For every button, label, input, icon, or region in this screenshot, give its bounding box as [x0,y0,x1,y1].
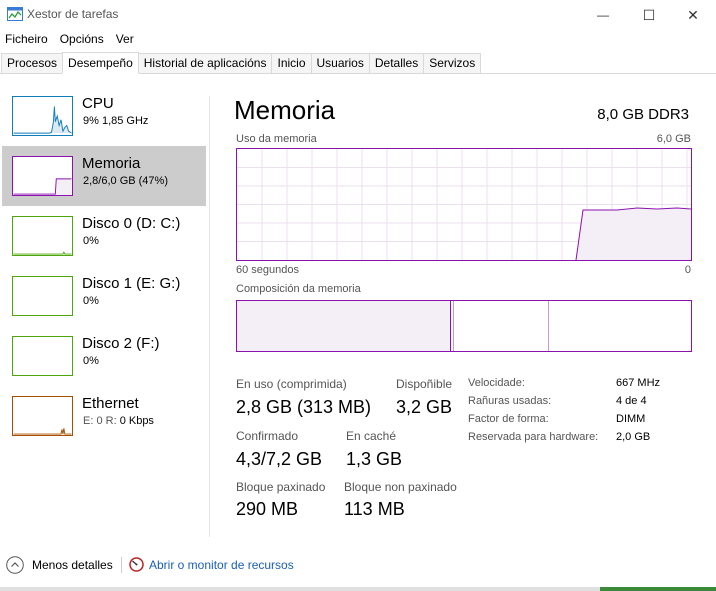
close-icon: ✕ [687,6,699,23]
cached-value: 1,3 GB [346,449,403,469]
minimize-icon: — [597,8,609,22]
menu-view[interactable]: Ver [110,30,140,48]
memory-spec: 8,0 GB DDR3 [597,106,689,123]
hardware-reserved-value: 2,0 GB [616,431,651,443]
maximize-icon: ☐ [642,6,656,23]
footer-separator [121,557,122,573]
resource-monitor-icon [129,557,144,572]
form-factor-label: Factor de forma: [468,413,549,425]
sidebar-item-title: Disco 2 (F:) [82,335,160,352]
title-bar: Xestor de tarefas — ☐ ✕ [0,0,716,30]
sidebar-item-title: Ethernet [82,395,139,412]
sidebar-item-title: Disco 0 (D: C:) [82,215,181,232]
minimize-button[interactable]: — [580,0,626,30]
sidebar-item-subtitle: 9% 1,85 GHz [83,115,149,127]
ethernet-send-receive: E: 0 R: [83,415,120,427]
disk-1-thumbnail-graph [12,276,73,316]
sidebar-divider [209,96,210,537]
tab-performance[interactable]: Desempeño [62,52,139,74]
memory-usage-graph [236,148,692,261]
available-value: 3,2 GB [396,397,453,417]
sidebar-item-disk-1[interactable]: Disco 1 (E: G:) 0% [2,266,206,326]
tab-processes[interactable]: Procesos [1,53,64,73]
nonpaged-pool-value: 113 MB [344,499,405,519]
menu-bar: Ficheiro Opcións Ver [0,30,140,48]
sidebar-item-ethernet[interactable]: Ethernet E: 0 R: 0 Kbps [2,386,206,446]
sidebar-item-disk-0[interactable]: Disco 0 (D: C:) 0% [2,206,206,266]
window-title: Xestor de tarefas [27,7,119,21]
sidebar-item-title: Memoria [82,155,141,172]
speed-label: Velocidade: [468,377,525,389]
tab-app-history[interactable]: Historial de aplicacións [137,53,273,73]
maximize-button[interactable]: ☐ [626,0,672,30]
sidebar-item-memory[interactable]: Memoria 2,8/6,0 GB (47%) [2,146,206,206]
taskbar-edge [600,587,716,591]
page-title: Memoria [234,95,336,125]
in-use-value: 2,8 GB (313 MB) [236,397,372,417]
usage-graph-max: 6,0 GB [656,133,691,145]
available-label: Dispoñible [396,377,453,391]
disk-2-thumbnail-graph [12,336,73,376]
tab-users[interactable]: Usuarios [310,53,370,73]
sidebar-item-subtitle: E: 0 R: 0 Kbps [83,415,154,427]
tab-services[interactable]: Servizos [423,53,482,73]
composition-label: Composición da memoria [236,283,361,295]
menu-file[interactable]: Ficheiro [0,30,54,48]
slots-label: Rañuras usadas: [468,395,552,407]
ethernet-thumbnail-graph [12,396,73,436]
sidebar-item-title: CPU [82,95,114,112]
fewer-details-button[interactable]: Menos detalles [0,550,118,580]
cpu-thumbnail-graph [12,96,73,136]
chevron-up-icon [6,556,24,574]
tab-startup[interactable]: Inicio [271,53,312,73]
sidebar-item-cpu[interactable]: CPU 9% 1,85 GHz [2,86,206,146]
nonpaged-pool-label: Bloque non paxinado [344,480,457,494]
menu-options[interactable]: Opcións [54,30,110,48]
footer: Menos detalles Abrir o monitor de recurs… [0,550,716,580]
speed-value: 667 MHz [616,377,661,389]
sidebar-item-subtitle: 0% [83,355,99,367]
tab-strip: Procesos Desempeño Historial de aplicaci… [0,52,716,74]
memory-composition-bar [236,300,692,352]
task-manager-icon [7,7,23,21]
resource-monitor-link[interactable]: Abrir o monitor de recursos [126,550,306,580]
time-axis-left: 60 segundos [236,264,299,276]
form-factor-value: DIMM [616,413,646,425]
cached-label: En caché [346,429,397,443]
committed-label: Confirmado [236,429,299,443]
close-button[interactable]: ✕ [670,0,716,30]
paged-pool-value: 290 MB [236,499,299,519]
in-use-label: En uso (comprimida) [236,377,347,391]
memory-thumbnail-graph [12,156,73,196]
tab-details[interactable]: Detalles [368,53,425,73]
sidebar-item-subtitle: 2,8/6,0 GB (47%) [83,175,168,187]
time-axis-right: 0 [684,264,691,276]
disk-0-thumbnail-graph [12,216,73,256]
sidebar-item-disk-2[interactable]: Disco 2 (F:) 0% [2,326,206,386]
committed-value: 4,3/7,2 GB [236,449,323,469]
ethernet-throughput: 0 Kbps [119,415,154,427]
paged-pool-label: Bloque paxinado [236,480,326,494]
resource-monitor-label: Abrir o monitor de recursos [149,558,294,572]
sidebar-item-title: Disco 1 (E: G:) [82,275,181,292]
sidebar-item-subtitle: 0% [83,295,99,307]
hardware-reserved-label: Reservada para hardware: [468,431,599,443]
fewer-details-label: Menos detalles [32,558,113,572]
usage-graph-label: Uso da memoria [236,133,317,145]
slots-value: 4 de 4 [616,395,647,407]
sidebar-item-subtitle: 0% [83,235,99,247]
